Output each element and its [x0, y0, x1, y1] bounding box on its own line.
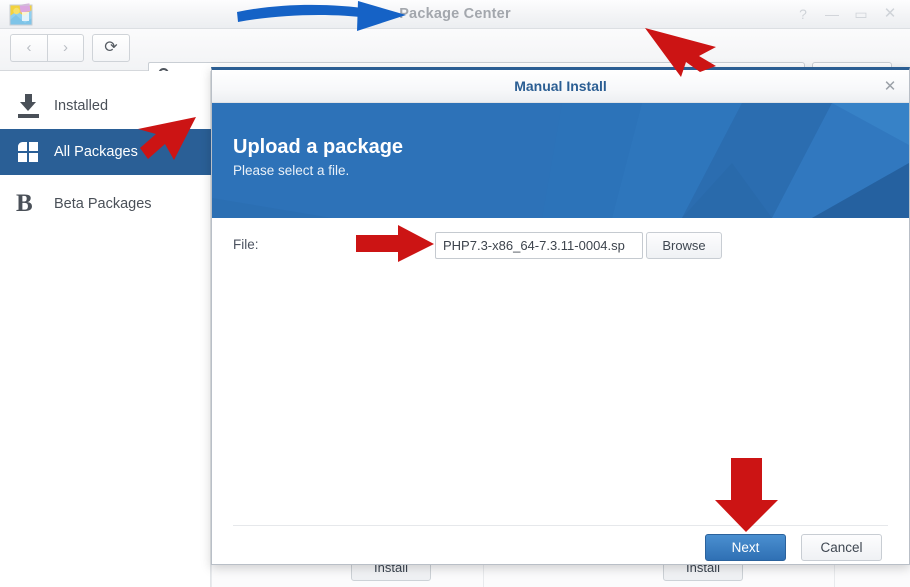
page-title: Package Center	[399, 6, 511, 22]
sidebar-item-label: Beta Packages	[54, 196, 152, 212]
dialog-title-bar: Manual Install ✕	[212, 70, 909, 103]
package-center-window: Package Center ? — ▭ ✕ ‹ › ⟳ Manual Inst…	[0, 0, 910, 587]
minimize-icon[interactable]: —	[820, 3, 844, 25]
sidebar-item-label: All Packages	[54, 144, 138, 160]
grid-squares-icon	[16, 139, 42, 165]
close-icon[interactable]: ✕	[878, 3, 902, 25]
cancel-button[interactable]: Cancel	[801, 534, 882, 561]
file-label: File:	[233, 237, 259, 252]
dialog-title: Manual Install	[514, 78, 607, 94]
forward-button[interactable]: ›	[47, 34, 84, 62]
file-input[interactable]: PHP7.3-x86_64-7.3.11-0004.sp	[435, 232, 643, 259]
sidebar-item-all-packages[interactable]: All Packages	[0, 129, 211, 175]
sidebar-item-beta-packages[interactable]: B Beta Packages	[0, 181, 211, 227]
reload-button[interactable]: ⟳	[92, 34, 130, 62]
maximize-icon[interactable]: ▭	[849, 3, 873, 25]
manual-install-dialog: Manual Install ✕ Upload a package Please…	[211, 67, 910, 565]
sidebar: Installed All Packages B Beta Packages	[0, 71, 211, 587]
banner-heading: Upload a package	[233, 136, 404, 158]
toolbar: ‹ › ⟳ Manual Install Settings	[0, 29, 910, 89]
dialog-banner: Upload a package Please select a file.	[212, 103, 909, 218]
banner-polygon-pattern	[212, 103, 909, 218]
sidebar-item-label: Installed	[54, 98, 109, 114]
sidebar-item-installed[interactable]: Installed	[0, 83, 211, 129]
next-button[interactable]: Next	[705, 534, 786, 561]
letter-b-icon: B	[16, 190, 33, 217]
navigation-buttons: ‹ ›	[10, 34, 84, 62]
download-tray-icon	[16, 93, 42, 119]
browse-button[interactable]: Browse	[646, 232, 722, 259]
dialog-close-icon[interactable]: ✕	[879, 76, 901, 98]
window-title-bar: Package Center ? — ▭ ✕	[0, 0, 910, 29]
help-icon[interactable]: ?	[791, 3, 815, 25]
back-button[interactable]: ‹	[10, 34, 47, 62]
banner-subheading: Please select a file.	[233, 163, 350, 178]
dialog-divider	[233, 525, 888, 526]
